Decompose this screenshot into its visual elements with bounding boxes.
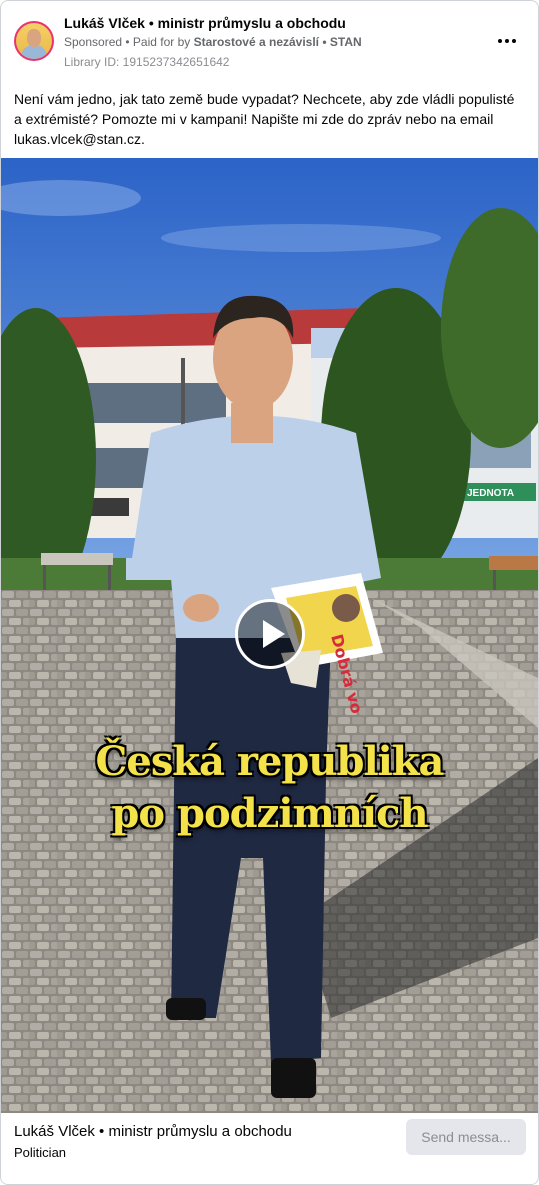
- library-id: Library ID: 1915237342651642: [64, 55, 230, 69]
- more-options-icon[interactable]: [493, 29, 521, 53]
- page-name-link[interactable]: Lukáš Vlček • ministr průmyslu a obchodu: [64, 15, 346, 31]
- send-message-button[interactable]: Send messa...: [406, 1119, 526, 1155]
- shop-sign: JEDNOTA: [467, 488, 514, 499]
- footer-page-name[interactable]: Lukáš Vlček • ministr průmyslu a obchodu: [14, 1123, 292, 1140]
- video-player[interactable]: JEDNOTA Dobrá vo Česká republika po podz…: [1, 158, 538, 1113]
- sponsored-label: Sponsored: [64, 35, 123, 49]
- post-text: Není vám jedno, jak tato země bude vypad…: [14, 91, 515, 147]
- video-caption-line-2: po podzimních: [111, 790, 428, 837]
- page-avatar[interactable]: [14, 21, 54, 61]
- avatar-body-shape: [21, 45, 47, 59]
- play-icon[interactable]: [235, 599, 305, 669]
- avatar-face-shape: [27, 29, 41, 47]
- video-caption-line-1: Česká republika: [95, 738, 445, 785]
- avatar-image: [16, 23, 52, 59]
- paid-for-prefix: • Paid for by: [122, 35, 194, 49]
- ad-card: Lukáš Vlček • ministr průmyslu a obchodu…: [0, 0, 539, 1185]
- paid-for-entity[interactable]: Starostové a nezávislí • STAN: [194, 35, 362, 49]
- post-footer: Lukáš Vlček • ministr průmyslu a obchodu…: [1, 1113, 538, 1184]
- sponsored-line: Sponsored • Paid for by Starostové a nez…: [64, 35, 362, 49]
- footer-category: Politician: [14, 1145, 67, 1160]
- post-header: Lukáš Vlček • ministr průmyslu a obchodu…: [1, 1, 538, 81]
